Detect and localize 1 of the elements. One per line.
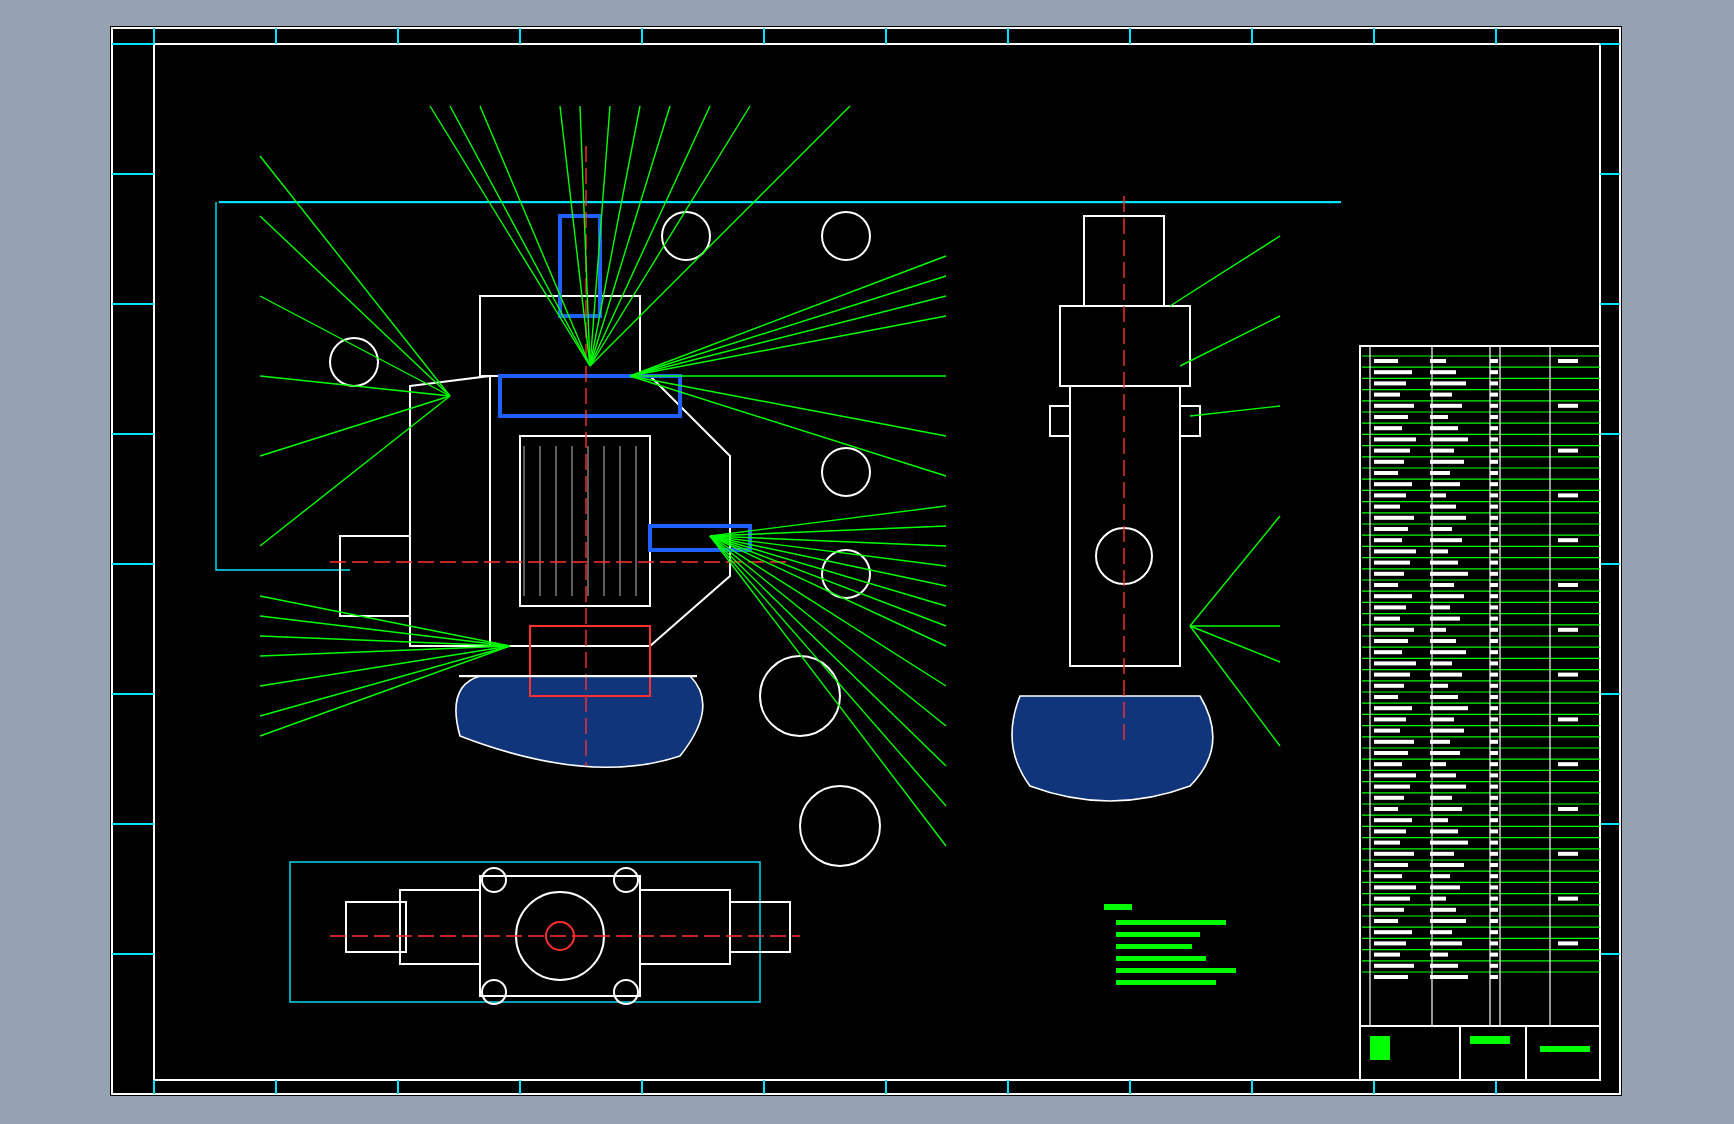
- notes-drawing: [1104, 904, 1236, 985]
